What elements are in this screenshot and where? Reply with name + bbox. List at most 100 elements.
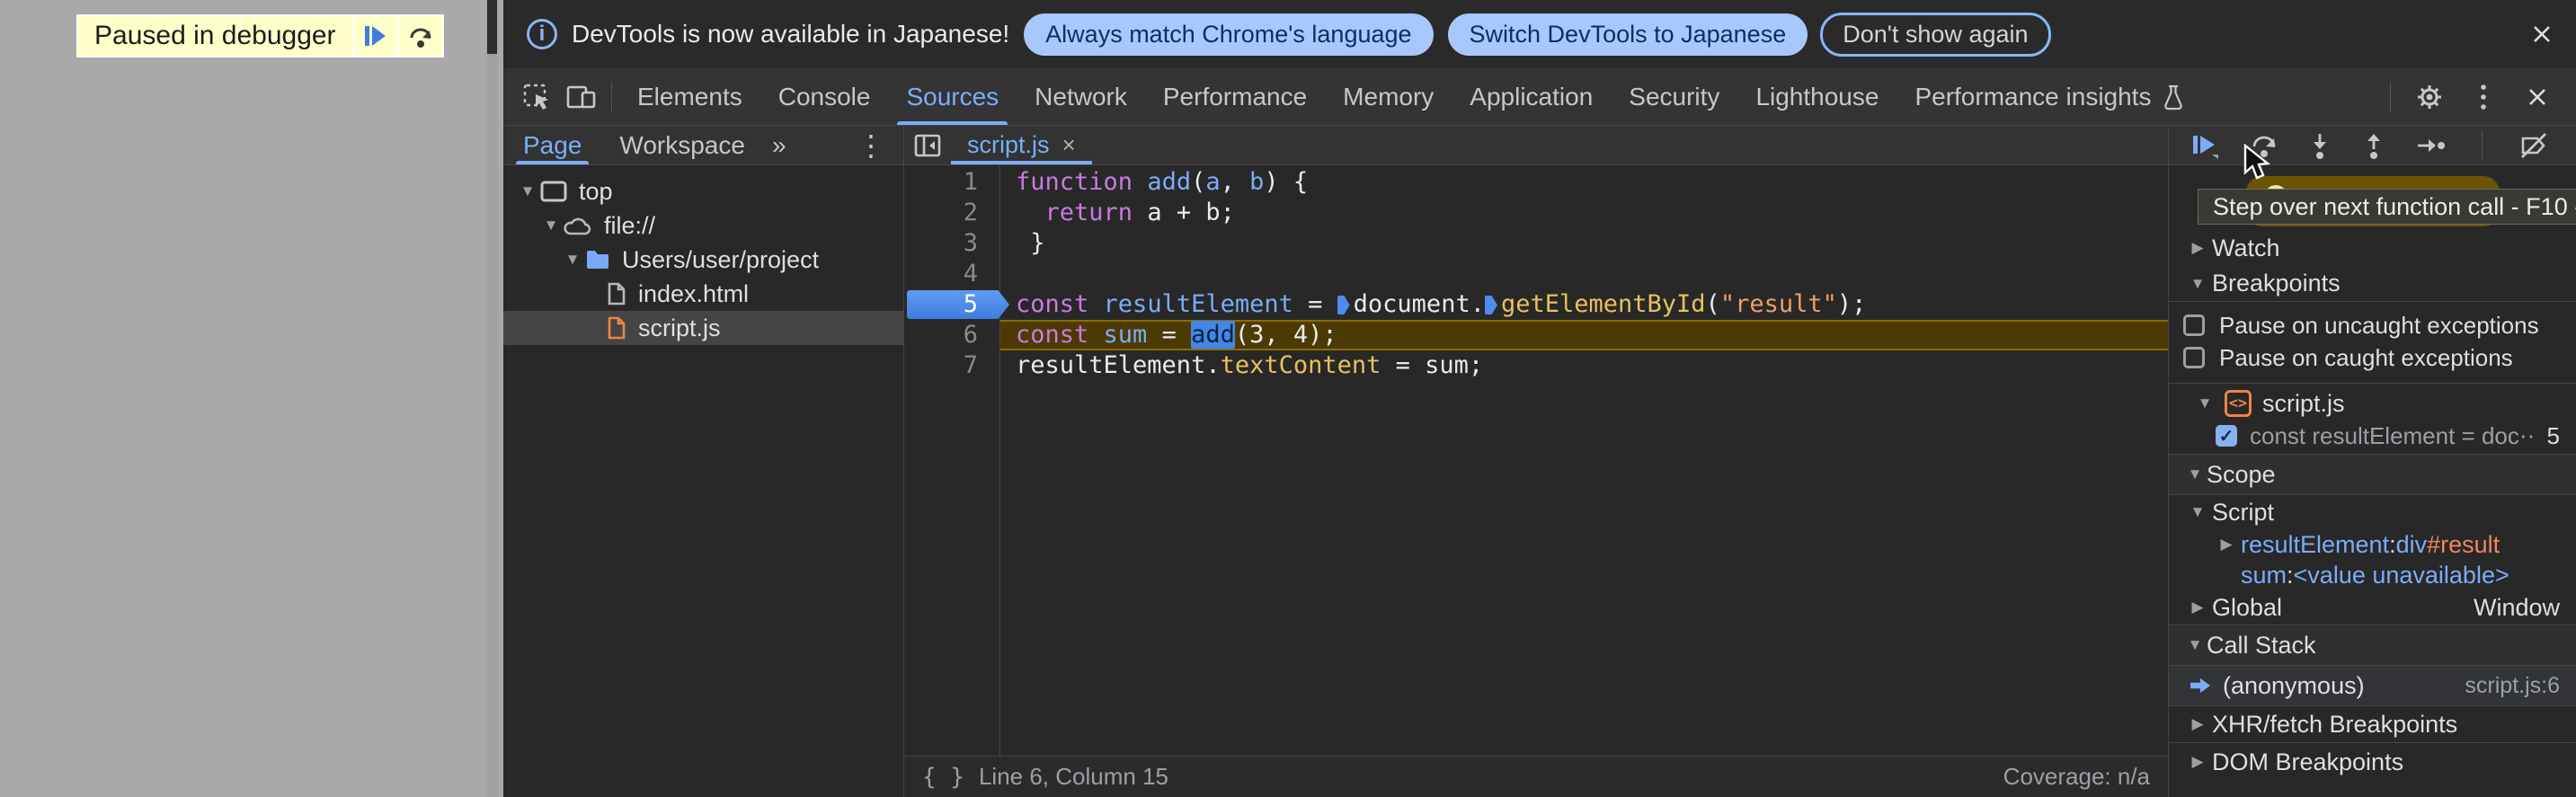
breakpoint-line-number: 5 bbox=[2546, 421, 2560, 449]
chevron-down-icon[interactable]: ▼ bbox=[2183, 636, 2207, 654]
chevron-down-icon[interactable]: ▼ bbox=[561, 251, 584, 269]
chevron-right-icon[interactable]: ▶ bbox=[2183, 753, 2212, 771]
code-text-4[interactable] bbox=[999, 259, 2168, 289]
step-over-button-badge[interactable] bbox=[398, 16, 442, 56]
chevron-right-icon[interactable]: ▶ bbox=[2183, 239, 2212, 257]
line-number-2[interactable]: 2 bbox=[904, 198, 999, 228]
step-out-button[interactable] bbox=[2361, 131, 2386, 160]
breakpoint-entry[interactable]: ✓ const resultElement = doc⋯ 5 bbox=[2169, 418, 2576, 454]
scope-var-result-element[interactable]: ▶ resultElement : div #result bbox=[2169, 529, 2576, 560]
section-call-stack[interactable]: ▼ Call Stack bbox=[2169, 624, 2576, 666]
editor-tab-close-icon[interactable]: × bbox=[1062, 131, 1076, 159]
tab-lighthouse[interactable]: Lighthouse bbox=[1737, 68, 1896, 125]
chevron-right-icon[interactable]: ▶ bbox=[2183, 715, 2212, 733]
code-line-7: 7 resultElement.textContent = sum; bbox=[904, 350, 2168, 381]
inspect-element-icon[interactable] bbox=[514, 75, 559, 120]
breakpoint-marker-line-5[interactable]: 5 bbox=[904, 289, 999, 320]
tree-item-script-js[interactable]: script.js bbox=[503, 311, 903, 345]
toolbar-separator-right bbox=[2390, 81, 2391, 112]
line-number-7[interactable]: 7 bbox=[904, 350, 999, 381]
line-number-4[interactable]: 4 bbox=[904, 259, 999, 289]
chevron-down-icon[interactable]: ▼ bbox=[2183, 275, 2212, 293]
chevron-down-icon[interactable]: ▼ bbox=[2190, 394, 2219, 412]
tree-item-project-folder[interactable]: ▼ Users/user/project bbox=[503, 243, 903, 277]
switch-to-japanese-button[interactable]: Switch DevTools to Japanese bbox=[1447, 13, 1808, 56]
code-token: sum bbox=[1103, 321, 1148, 349]
tab-security[interactable]: Security bbox=[1611, 68, 1737, 125]
pretty-print-icon[interactable]: { } bbox=[922, 764, 964, 791]
code-text-7[interactable]: resultElement.textContent = sum; bbox=[999, 350, 2168, 381]
navigator-tab-page[interactable]: Page bbox=[516, 126, 590, 164]
chevron-down-icon[interactable]: ▼ bbox=[539, 217, 563, 235]
settings-gear-icon[interactable] bbox=[2407, 75, 2452, 120]
section-xhr-label: XHR/fetch Breakpoints bbox=[2212, 710, 2458, 738]
more-options-icon[interactable] bbox=[2461, 75, 2506, 120]
call-stack-frame[interactable]: (anonymous) script.js:6 bbox=[2169, 666, 2576, 705]
scope-var-sum[interactable]: sum : <value unavailable> bbox=[2169, 560, 2576, 590]
resume-script-button[interactable] bbox=[353, 16, 397, 56]
tree-item-top[interactable]: ▼ top bbox=[503, 174, 903, 208]
inline-breakpoint-marker[interactable] bbox=[1337, 296, 1350, 314]
line-number-3[interactable]: 3 bbox=[904, 228, 999, 259]
tab-network[interactable]: Network bbox=[1017, 68, 1145, 125]
chevron-right-icon[interactable]: ▶ bbox=[2183, 598, 2212, 616]
tab-performance[interactable]: Performance bbox=[1145, 68, 1325, 125]
section-watch[interactable]: ▶ Watch bbox=[2169, 230, 2576, 266]
mouse-cursor bbox=[2242, 143, 2272, 188]
code-token: = bbox=[1147, 321, 1192, 349]
code-token: ); bbox=[1836, 290, 1867, 318]
tab-performance-insights[interactable]: Performance insights bbox=[1896, 68, 2203, 125]
dont-show-again-button[interactable]: Don't show again bbox=[1820, 12, 2051, 57]
chevron-right-icon[interactable]: ▶ bbox=[2212, 536, 2241, 553]
section-xhr-breakpoints[interactable]: ▶ XHR/fetch Breakpoints bbox=[2169, 705, 2576, 743]
step-into-button[interactable] bbox=[2307, 131, 2332, 160]
chevron-down-icon[interactable]: ▼ bbox=[2183, 465, 2207, 483]
always-match-language-button[interactable]: Always match Chrome's language bbox=[1024, 13, 1434, 56]
editor-tab-script-js[interactable]: script.js × bbox=[951, 126, 1092, 164]
device-toolbar-icon[interactable] bbox=[559, 75, 604, 120]
tab-application[interactable]: Application bbox=[1452, 68, 1611, 125]
code-text-6[interactable]: const sum = add(3, 4); bbox=[999, 320, 2168, 350]
checkbox-unchecked-icon[interactable] bbox=[2183, 314, 2205, 336]
chevron-down-icon[interactable]: ▼ bbox=[2183, 503, 2212, 521]
scope-global-group[interactable]: ▶ Global Window bbox=[2169, 590, 2576, 624]
line-number-1[interactable]: 1 bbox=[904, 167, 999, 198]
code-text-2[interactable]: return a + b; bbox=[999, 198, 2168, 228]
tree-item-index-html[interactable]: index.html bbox=[503, 277, 903, 311]
devtools-close-icon[interactable] bbox=[2515, 75, 2560, 120]
code-text-3[interactable]: } bbox=[999, 228, 2168, 259]
page-scrollbar-thumb[interactable] bbox=[487, 0, 497, 54]
infobar-close-icon[interactable] bbox=[2529, 22, 2554, 47]
code-editor[interactable]: 1 function add(a, b) {2 return a + b; 3 } 4… bbox=[904, 165, 2168, 756]
inline-breakpoint-marker[interactable] bbox=[1484, 296, 1497, 314]
breakpoint-file-group[interactable]: ▼ <> script.js bbox=[2169, 384, 2576, 418]
tree-label: Users/user/project bbox=[622, 245, 820, 273]
checkbox-unchecked-icon[interactable] bbox=[2183, 347, 2205, 368]
tab-sources[interactable]: Sources bbox=[888, 68, 1017, 125]
section-dom-breakpoints[interactable]: ▶ DOM Breakpoints bbox=[2169, 743, 2576, 781]
tab-console[interactable]: Console bbox=[760, 68, 889, 125]
code-text-5[interactable]: const resultElement = document. getElemen… bbox=[999, 289, 2168, 320]
page-scrollbar[interactable] bbox=[486, 0, 498, 797]
step-button[interactable] bbox=[2415, 133, 2446, 158]
chevron-down-icon[interactable]: ▼ bbox=[516, 182, 539, 200]
pause-uncaught-exceptions-row[interactable]: Pause on uncaught exceptions bbox=[2169, 309, 2576, 341]
section-breakpoints[interactable]: ▼ Breakpoints bbox=[2169, 266, 2576, 302]
checkbox-checked-icon[interactable]: ✓ bbox=[2216, 425, 2237, 447]
tab-memory[interactable]: Memory bbox=[1325, 68, 1452, 125]
navigator-overflow-icon[interactable]: » bbox=[772, 131, 786, 160]
section-dom-label: DOM Breakpoints bbox=[2212, 748, 2404, 775]
navigator-tab-workspace[interactable]: Workspace bbox=[612, 126, 752, 164]
collapse-sidebar-icon[interactable] bbox=[904, 126, 951, 165]
navigator-menu-icon[interactable]: ⋮ bbox=[851, 128, 891, 163]
scope-script-group[interactable]: ▼ Script bbox=[2169, 495, 2576, 529]
deactivate-breakpoints-button[interactable] bbox=[2518, 131, 2549, 160]
section-scope[interactable]: ▼ Scope bbox=[2169, 454, 2576, 495]
code-text-1[interactable]: function add(a, b) { bbox=[999, 167, 2168, 198]
line-number-6[interactable]: 6 bbox=[904, 320, 999, 350]
resume-script-execution-button[interactable] bbox=[2190, 131, 2221, 160]
pause-caught-exceptions-row[interactable]: Pause on caught exceptions bbox=[2169, 341, 2576, 374]
tree-item-file-protocol[interactable]: ▼ file:// bbox=[503, 208, 903, 243]
tab-elements[interactable]: Elements bbox=[619, 68, 760, 125]
